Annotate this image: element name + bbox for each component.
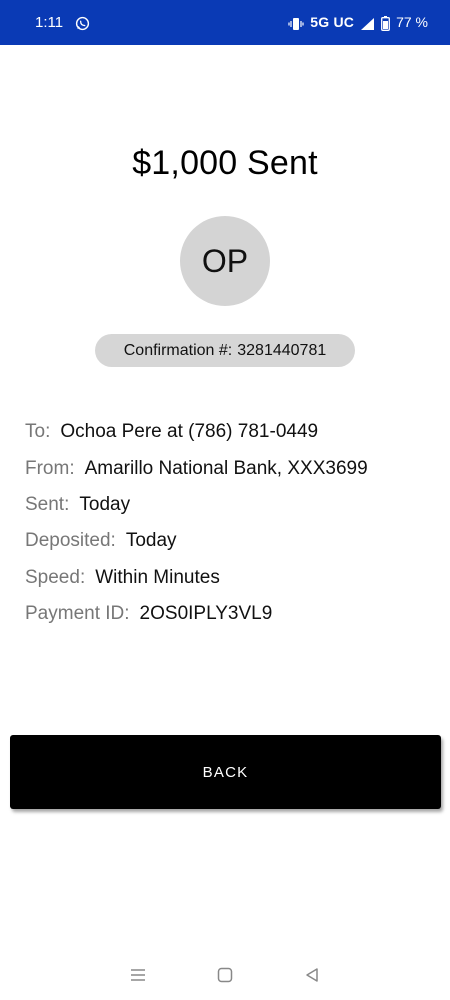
back-button[interactable]: BACK: [10, 735, 441, 809]
confirmation-badge: Confirmation #: 3281440781: [95, 334, 355, 367]
confirmation-number: 3281440781: [237, 341, 327, 359]
detail-label: Sent:: [25, 493, 70, 515]
detail-value: Amarillo National Bank, XXX3699: [84, 457, 368, 479]
home-icon[interactable]: [210, 960, 240, 990]
system-nav-bar: [0, 950, 450, 1000]
detail-value: Within Minutes: [95, 566, 220, 588]
recipient-avatar: OP: [180, 216, 270, 306]
detail-value: 2OS0IPLY3VL9: [139, 603, 273, 625]
status-time: 1:11: [35, 14, 64, 31]
back-nav-icon[interactable]: [297, 960, 327, 990]
detail-label: To:: [25, 421, 51, 443]
detail-value: Today: [125, 530, 177, 552]
vibrate-icon: [288, 14, 304, 30]
detail-label: Payment ID:: [25, 603, 130, 625]
status-bar: 1:11 5G UC 77 %: [0, 0, 450, 45]
payment-amount-title: $1,000 Sent: [132, 144, 318, 182]
detail-row-payment-id: Payment ID: 2OS0IPLY3VL9: [25, 596, 435, 632]
detail-value: Today: [79, 493, 131, 515]
detail-value: Ochoa Pere at (786) 781-0449: [60, 421, 319, 443]
back-button-label: BACK: [202, 763, 249, 781]
detail-label: Deposited:: [25, 530, 116, 552]
signal-icon: [360, 14, 375, 30]
menu-icon[interactable]: [123, 960, 153, 990]
confirmation-label: Confirmation #:: [123, 341, 233, 359]
detail-label: Speed:: [25, 566, 86, 588]
avatar-initials: OP: [201, 242, 249, 279]
detail-row-from: From: Amarillo National Bank, XXX3699: [25, 450, 435, 486]
battery-percentage: 77 %: [396, 14, 428, 31]
detail-row-sent: Sent: Today: [25, 487, 435, 523]
payment-details: To: Ochoa Pere at (786) 781-0449 From: A…: [25, 414, 435, 632]
detail-row-deposited: Deposited: Today: [25, 523, 435, 559]
detail-row-speed: Speed: Within Minutes: [25, 560, 435, 596]
detail-row-to: To: Ochoa Pere at (786) 781-0449: [25, 414, 435, 450]
whatsapp-icon: [75, 14, 90, 31]
detail-label: From:: [25, 457, 75, 479]
battery-icon: [381, 14, 391, 31]
network-type: 5G UC: [310, 14, 355, 31]
